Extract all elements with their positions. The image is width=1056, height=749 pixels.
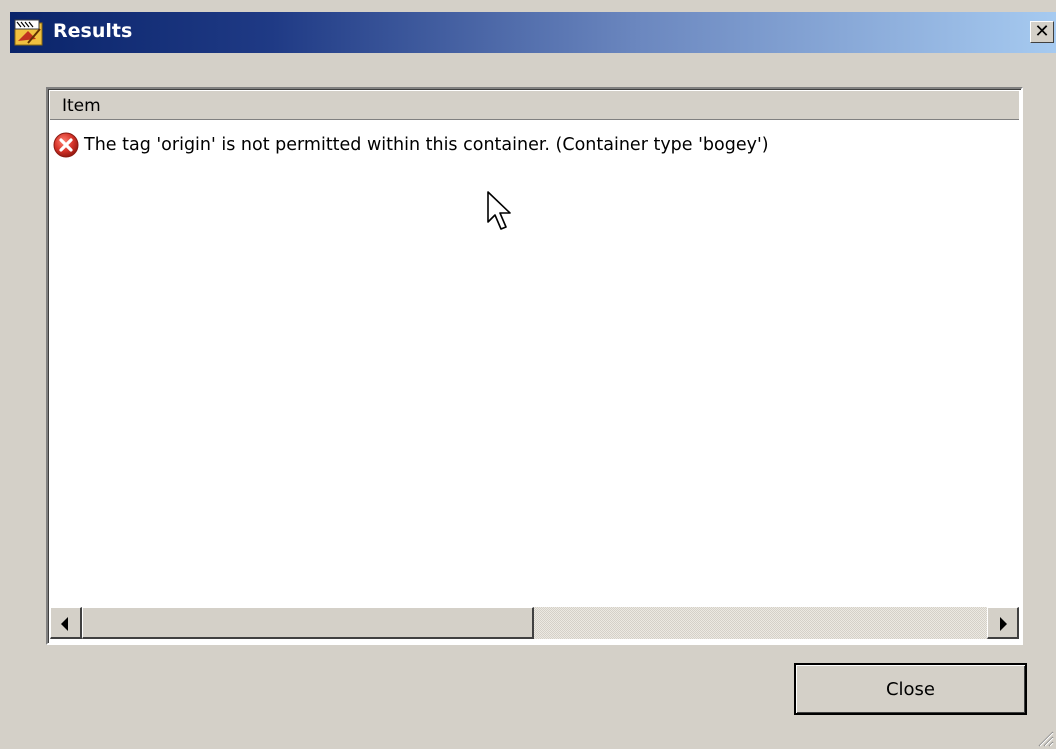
arrow-left-icon (61, 617, 68, 631)
arrow-right-icon (1000, 617, 1007, 631)
column-header-label: Item (62, 96, 101, 116)
scroll-right-button[interactable] (987, 607, 1019, 639)
results-list[interactable]: Item The tag 'origin' is not permitted w… (46, 87, 1023, 645)
results-dialog: Results ✕ Item The tag 'origin' is not p… (0, 0, 1056, 749)
list-item[interactable]: The tag 'origin' is not permitted within… (52, 131, 769, 159)
close-icon: ✕ (1034, 21, 1050, 42)
mouse-cursor-icon (487, 191, 511, 230)
close-button[interactable]: Close (794, 663, 1027, 715)
horizontal-scrollbar[interactable] (50, 607, 1019, 639)
resize-grip-icon[interactable] (1034, 727, 1054, 747)
column-header-item[interactable]: Item (50, 91, 1019, 120)
window-close-button[interactable]: ✕ (1030, 21, 1054, 43)
window-title: Results (53, 20, 133, 42)
error-icon (53, 132, 79, 158)
scroll-left-button[interactable] (50, 607, 82, 639)
app-icon (14, 19, 43, 46)
scrollbar-thumb[interactable] (82, 607, 534, 639)
list-item-text: The tag 'origin' is not permitted within… (84, 135, 769, 155)
title-bar[interactable]: Results ✕ (10, 12, 1056, 53)
